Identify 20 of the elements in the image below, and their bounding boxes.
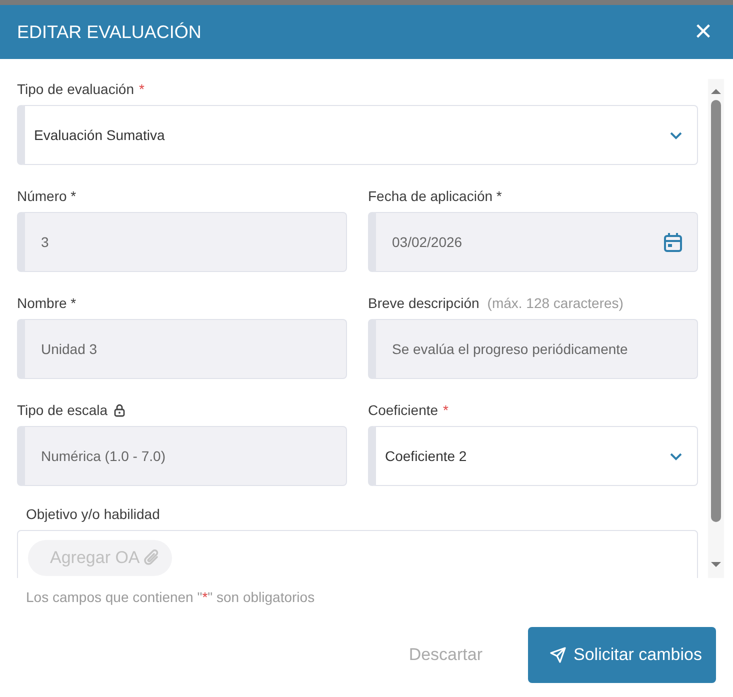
field-hint: (máx. 128 caracteres) xyxy=(487,294,624,313)
field-label: Tipo de evaluación xyxy=(17,80,134,99)
chevron-down-icon xyxy=(669,452,683,460)
chevron-down-icon xyxy=(669,130,683,140)
required-mark: * xyxy=(139,80,144,99)
select-field[interactable]: Coeficiente 2 xyxy=(368,426,698,486)
field-label: Nombre * xyxy=(17,294,76,313)
request-changes-button[interactable]: Solicitar cambios xyxy=(528,627,716,683)
dialog-title: EDITAR EVALUACIÓN xyxy=(17,20,202,44)
required-fields-note: Los campos que contienen "*" son obligatorios xyxy=(25,588,316,607)
field-label: Objetivo y/o habilidad xyxy=(26,505,160,524)
send-icon xyxy=(550,647,566,663)
select-field[interactable]: Evaluación Sumativa xyxy=(17,105,698,165)
field-label: Número * xyxy=(17,187,76,206)
field-label: Fecha de aplicación * xyxy=(368,187,502,206)
required-mark: * xyxy=(443,401,448,420)
field-label: Tipo de escala xyxy=(17,401,108,420)
field-label: Coeficiente xyxy=(368,401,438,420)
close-button[interactable]: × xyxy=(690,17,716,47)
field-label: Breve descripción xyxy=(368,294,480,313)
